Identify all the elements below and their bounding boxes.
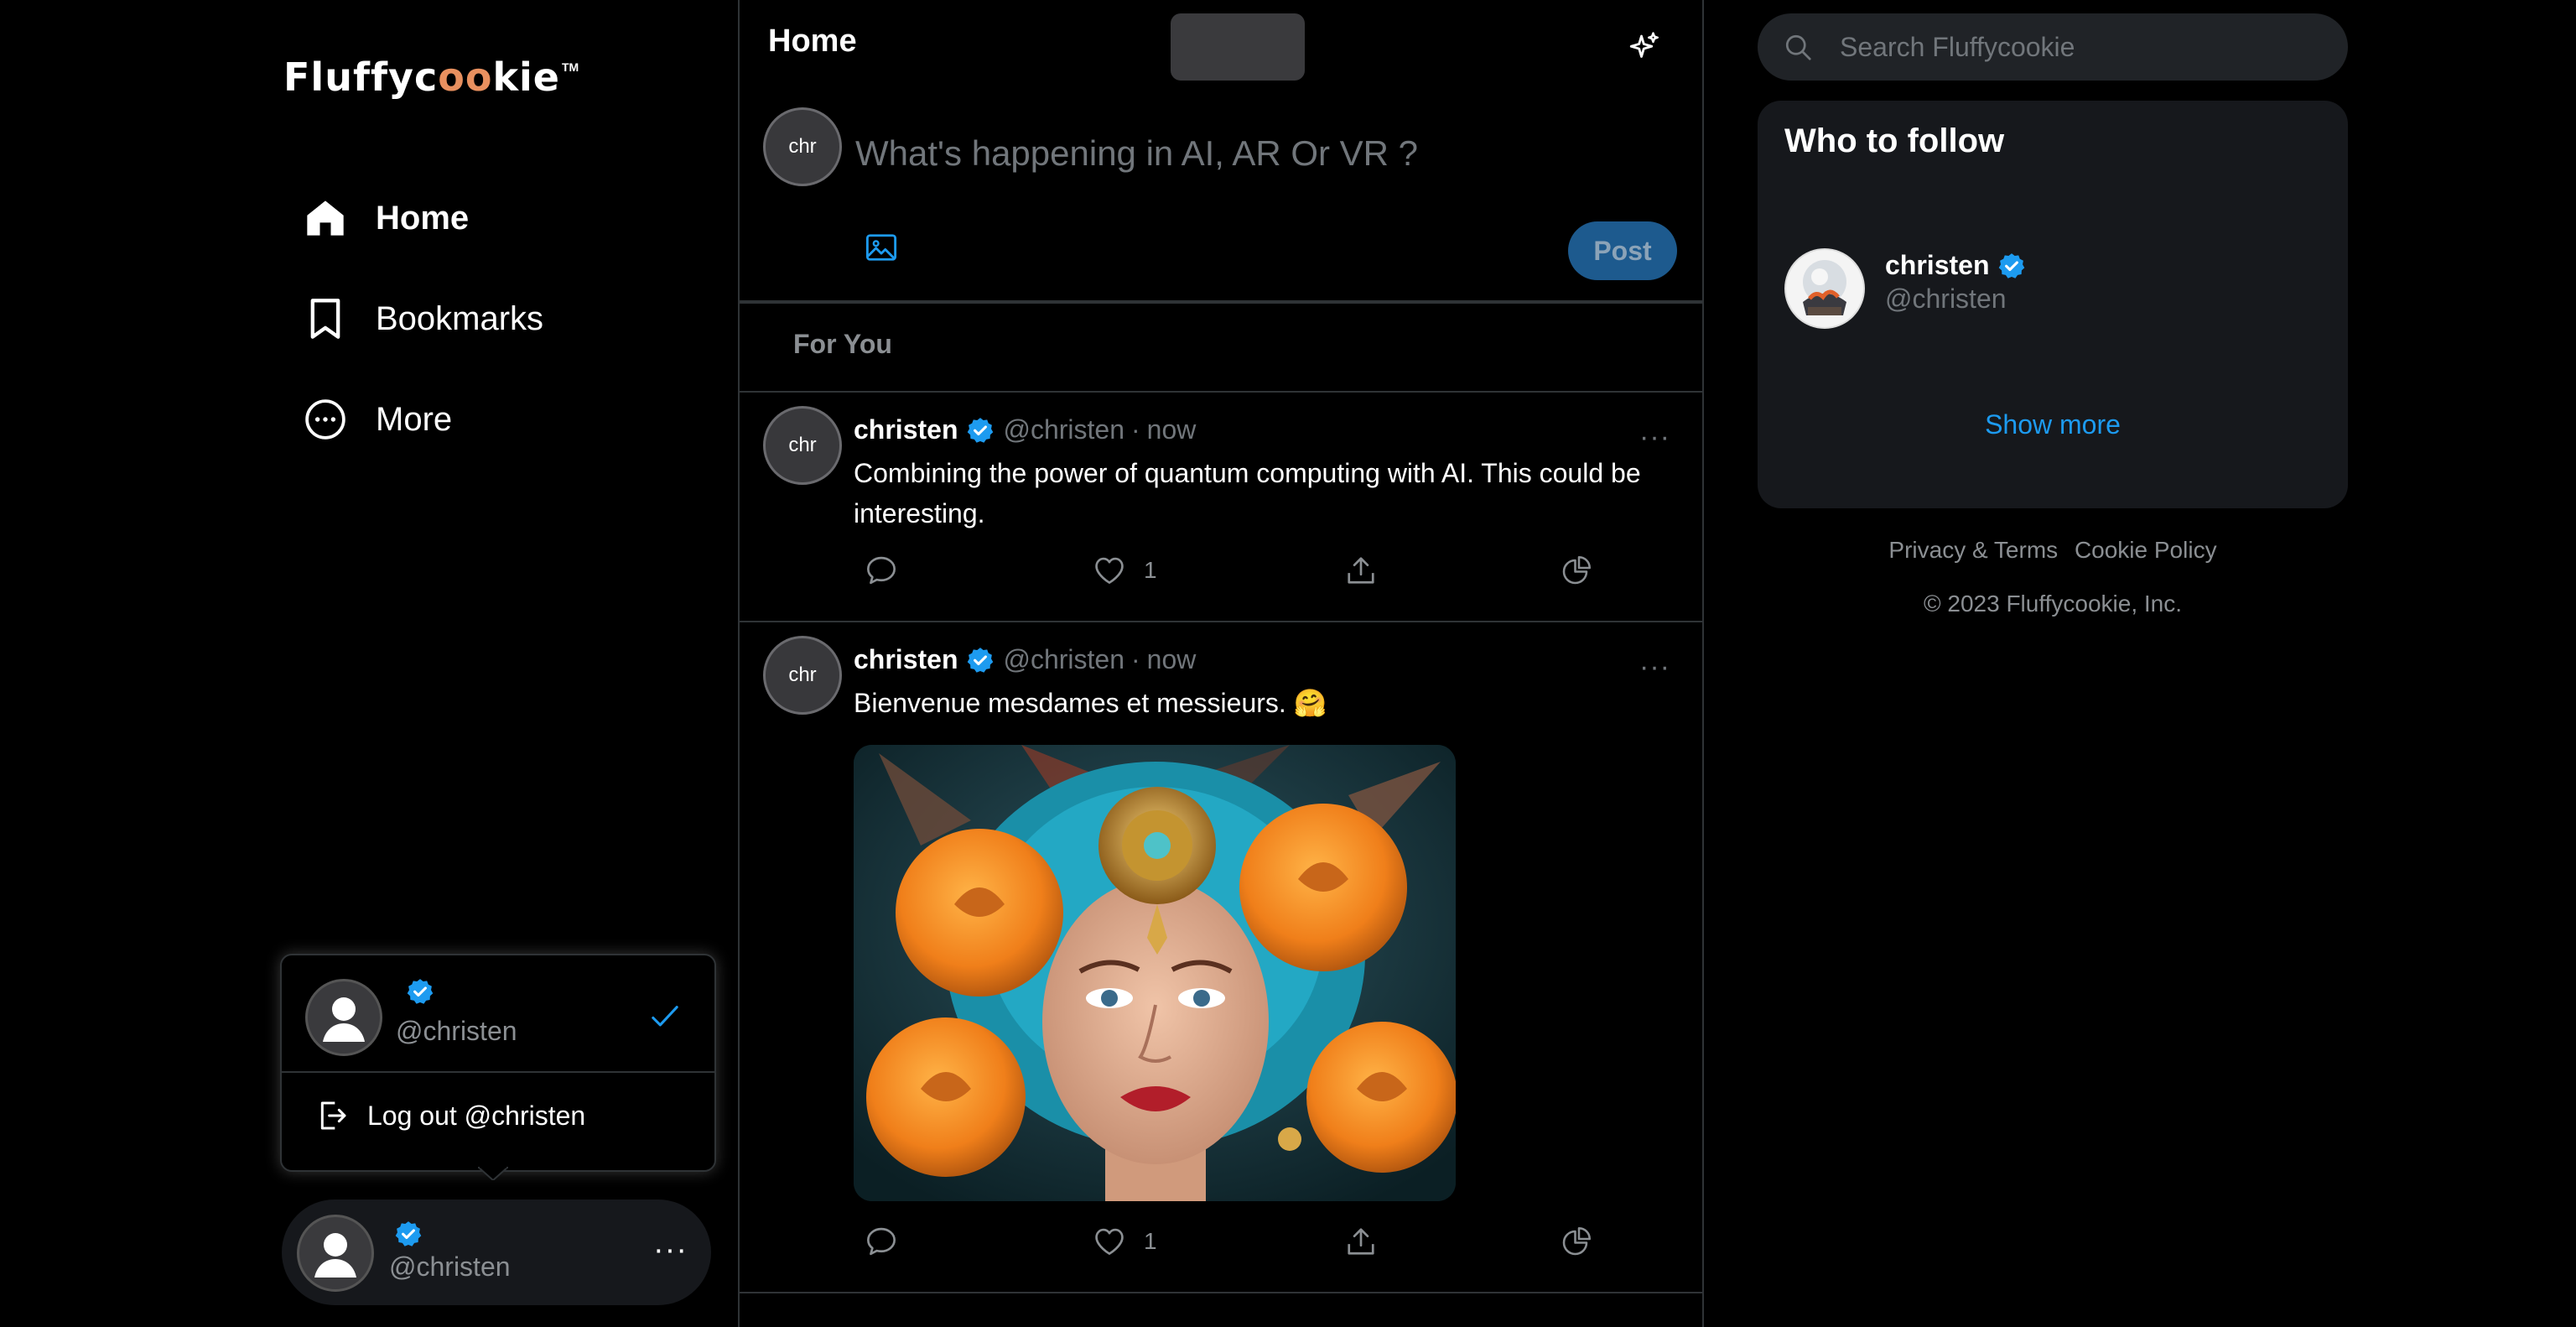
sidebar-nav: Home Bookmarks More [285, 168, 704, 470]
privacy-terms-link[interactable]: Privacy & Terms [1888, 537, 2058, 563]
search-input[interactable] [1838, 30, 2328, 64]
verified-badge-icon [1997, 252, 2026, 280]
image-upload-icon[interactable] [865, 233, 897, 262]
reply-button[interactable] [865, 555, 897, 585]
suggestion-name[interactable]: christen [1885, 250, 2026, 281]
sparkle-icon[interactable] [1627, 30, 1662, 65]
brand-logo[interactable]: Fluffycookie TM [283, 52, 579, 102]
show-more-link[interactable]: Show more [1758, 409, 2348, 440]
checkmark-icon [651, 1004, 679, 1029]
avatar [305, 979, 382, 1056]
tweet[interactable]: chr christen @christen · now ··· Bienven… [740, 622, 1702, 1293]
tweet-author-name[interactable]: christen [854, 644, 958, 675]
like-count: 1 [1144, 557, 1157, 583]
stats-button[interactable] [1561, 555, 1592, 585]
avatar [297, 1215, 374, 1292]
composer-avatar: chr [763, 107, 842, 186]
tweet-timestamp: now [1146, 414, 1197, 445]
share-icon [1345, 1226, 1377, 1257]
brand-name: Fluffycookie [283, 55, 560, 100]
logout-icon [315, 1098, 349, 1133]
tweet-menu-icon[interactable]: ··· [1639, 651, 1670, 684]
share-icon [1345, 554, 1377, 586]
separator-dot: · [1131, 644, 1140, 674]
like-button[interactable]: 1 [1093, 1227, 1157, 1256]
tweet-text: Combining the power of quantum computing… [854, 458, 1641, 528]
more-circle-icon [285, 398, 366, 440]
suggestion-name-text: christen [1885, 250, 1990, 280]
separator-dot: · [1131, 414, 1140, 445]
suggestion-handle: @christen [1885, 284, 2007, 314]
reply-icon [865, 1226, 897, 1257]
tweet-text: Bienvenue mesdames et messieurs. 🤗 [854, 688, 1327, 718]
tweet-menu-icon[interactable]: ··· [1639, 421, 1670, 454]
composer-input[interactable] [854, 127, 1662, 180]
tweet-actions: 1 [865, 552, 1620, 589]
tweet-author-handle: @christen [1003, 414, 1125, 445]
search-bar[interactable] [1758, 13, 2348, 81]
reply-button[interactable] [865, 1226, 897, 1257]
cookie-policy-link[interactable]: Cookie Policy [2075, 537, 2217, 563]
heart-icon [1093, 556, 1125, 585]
who-to-follow-card: Who to follow christen @christen Show mo… [1758, 101, 2348, 508]
verified-badge-icon [966, 646, 995, 674]
like-count: 1 [1144, 1228, 1157, 1254]
tweet-avatar[interactable]: chr [763, 636, 842, 715]
page-title: Home [768, 23, 857, 59]
logout-button[interactable]: Log out @christen [315, 1098, 585, 1133]
post-button[interactable]: Post [1568, 221, 1677, 280]
share-button[interactable] [1345, 1226, 1377, 1257]
search-icon [1783, 32, 1813, 62]
suggestion-avatar[interactable] [1784, 248, 1865, 329]
verified-badge-icon [966, 416, 995, 445]
share-button[interactable] [1345, 554, 1377, 586]
pie-chart-icon [1561, 555, 1592, 585]
account-menu-current[interactable]: @christen [282, 955, 714, 1073]
tweet-author-handle: @christen [1003, 644, 1125, 674]
tweet-actions: 1 [865, 1223, 1620, 1260]
account-handle: @christen [396, 1016, 517, 1046]
logout-label: Log out @christen [367, 1100, 586, 1131]
placeholder-pill [1171, 13, 1305, 81]
trademark-mark: TM [562, 60, 579, 74]
divider [740, 300, 1702, 304]
tweet-image[interactable] [854, 745, 1456, 1201]
account-menu: @christen Log out @christen [280, 954, 716, 1172]
account-switcher-button[interactable]: @christen ··· [282, 1200, 711, 1305]
reply-icon [865, 555, 897, 585]
sidebar-item-label: More [376, 400, 453, 438]
like-button[interactable]: 1 [1093, 556, 1157, 585]
tweet[interactable]: chr christen @christen · now ··· Combini… [740, 393, 1702, 622]
menu-caret [478, 1167, 508, 1180]
sidebar-item-bookmarks[interactable]: Bookmarks [285, 268, 704, 369]
verified-badge-icon [406, 977, 434, 1006]
tweet-timestamp: now [1146, 644, 1197, 674]
stats-button[interactable] [1561, 1226, 1592, 1257]
sidebar-item-home[interactable]: Home [285, 168, 704, 268]
tweet-header: christen @christen · now [854, 644, 1196, 675]
heart-icon [1093, 1227, 1125, 1256]
main-feed: Home chr Post For You chr christen @chri… [738, 0, 1704, 1327]
who-to-follow-title: Who to follow [1784, 122, 2005, 159]
bookmark-icon [285, 297, 366, 341]
footer-links: Privacy & Terms Cookie Policy [1758, 537, 2348, 564]
copyright-text: © 2023 Fluffycookie, Inc. [1923, 591, 2183, 617]
tweet-header: christen @christen · now [854, 414, 1196, 445]
portrait-illustration [854, 745, 1456, 1201]
home-icon [285, 196, 366, 240]
tweet-avatar[interactable]: chr [763, 406, 842, 485]
account-handle: @christen [389, 1252, 511, 1282]
pie-chart-icon [1561, 1226, 1592, 1257]
sidebar-item-label: Home [376, 199, 470, 237]
sidebar-item-label: Bookmarks [376, 299, 544, 337]
tab-for-you[interactable]: For You [793, 329, 892, 360]
sidebar-item-more[interactable]: More [285, 369, 704, 470]
more-dots-icon: ··· [653, 1232, 688, 1267]
tweet-author-name[interactable]: christen [854, 414, 958, 445]
verified-badge-icon [394, 1220, 423, 1248]
